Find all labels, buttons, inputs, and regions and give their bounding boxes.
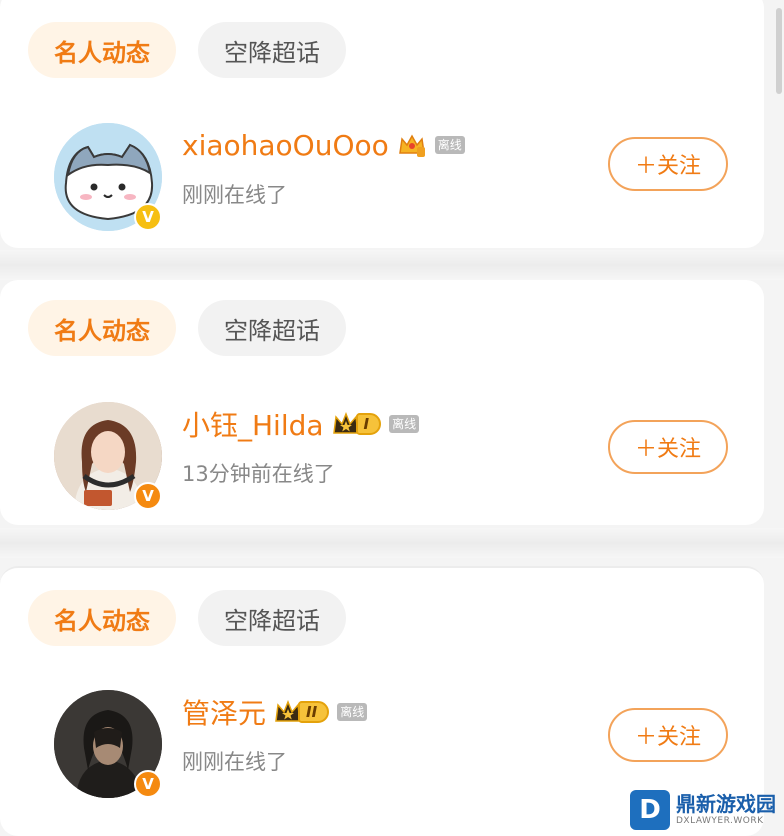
page: 名人动态 空降超话 V xiaohaoOuOoo 离线 刚刚在线了 ＋关注 名人… bbox=[0, 0, 784, 836]
verified-yellow-v-icon: V bbox=[134, 203, 162, 231]
divider bbox=[0, 250, 784, 280]
follow-button[interactable]: ＋关注 bbox=[608, 137, 728, 191]
name-line: 管泽元 II 离线 bbox=[182, 692, 368, 732]
online-status-text: 刚刚在线了 bbox=[182, 183, 287, 207]
status-badge: 离线 bbox=[337, 703, 368, 721]
watermark-text: 鼎新游戏园 DXLAWYER.WORK bbox=[676, 794, 776, 826]
crown-icon bbox=[398, 134, 425, 157]
celebrity-card: 名人动态 空降超话 V xiaohaoOuOoo 离线 刚刚在线了 ＋关注 bbox=[0, 0, 764, 248]
online-status-text: 13分钟前在线了 bbox=[182, 462, 335, 486]
crown-vip-icon: I bbox=[332, 411, 382, 437]
status-badge: 离线 bbox=[434, 136, 465, 154]
watermark-logo: D bbox=[630, 790, 670, 830]
watermark: D 鼎新游戏园 DXLAWYER.WORK bbox=[630, 790, 776, 830]
card-tabs: 名人动态 空降超话 bbox=[28, 22, 346, 78]
tab-celebrity-updates[interactable]: 名人动态 bbox=[28, 590, 176, 646]
divider bbox=[0, 528, 784, 558]
tab-airdrop-supertopic[interactable]: 空降超话 bbox=[198, 300, 346, 356]
user-name[interactable]: xiaohaoOuOoo bbox=[182, 129, 389, 162]
verified-orange-v-icon: V bbox=[134, 482, 162, 510]
vip-level: II bbox=[298, 701, 330, 723]
watermark-subtitle: DXLAWYER.WORK bbox=[676, 816, 764, 826]
crown-vip-icon: II bbox=[274, 699, 330, 725]
card-tabs: 名人动态 空降超话 bbox=[28, 590, 346, 646]
card-tabs: 名人动态 空降超话 bbox=[28, 300, 346, 356]
name-line: xiaohaoOuOoo 离线 bbox=[182, 125, 465, 165]
follow-button[interactable]: ＋关注 bbox=[608, 420, 728, 474]
user-row[interactable]: V 管泽元 II 离线 刚刚在线了 ＋关注 bbox=[54, 690, 734, 800]
online-status-text: 刚刚在线了 bbox=[182, 750, 287, 774]
user-row[interactable]: V 小钰_Hilda I 离线 13分钟前在线了 ＋关注 bbox=[54, 402, 734, 512]
tab-airdrop-supertopic[interactable]: 空降超话 bbox=[198, 22, 346, 78]
vip-level: I bbox=[355, 413, 382, 435]
user-name[interactable]: 小钰_Hilda bbox=[182, 404, 324, 444]
user-name[interactable]: 管泽元 bbox=[182, 692, 266, 732]
tab-celebrity-updates[interactable]: 名人动态 bbox=[28, 300, 176, 356]
tab-celebrity-updates[interactable]: 名人动态 bbox=[28, 22, 176, 78]
name-line: 小钰_Hilda I 离线 bbox=[182, 404, 420, 444]
user-row[interactable]: V xiaohaoOuOoo 离线 刚刚在线了 ＋关注 bbox=[54, 123, 734, 233]
verified-orange-v-icon: V bbox=[134, 770, 162, 798]
tab-airdrop-supertopic[interactable]: 空降超话 bbox=[198, 590, 346, 646]
status-badge: 离线 bbox=[389, 415, 420, 433]
celebrity-card: 名人动态 空降超话 V 小钰_Hilda I 离线 13分钟前在线了 ＋关注 bbox=[0, 280, 764, 525]
follow-button[interactable]: ＋关注 bbox=[608, 708, 728, 762]
watermark-title: 鼎新游戏园 bbox=[676, 792, 776, 816]
scrollbar[interactable] bbox=[776, 8, 782, 94]
